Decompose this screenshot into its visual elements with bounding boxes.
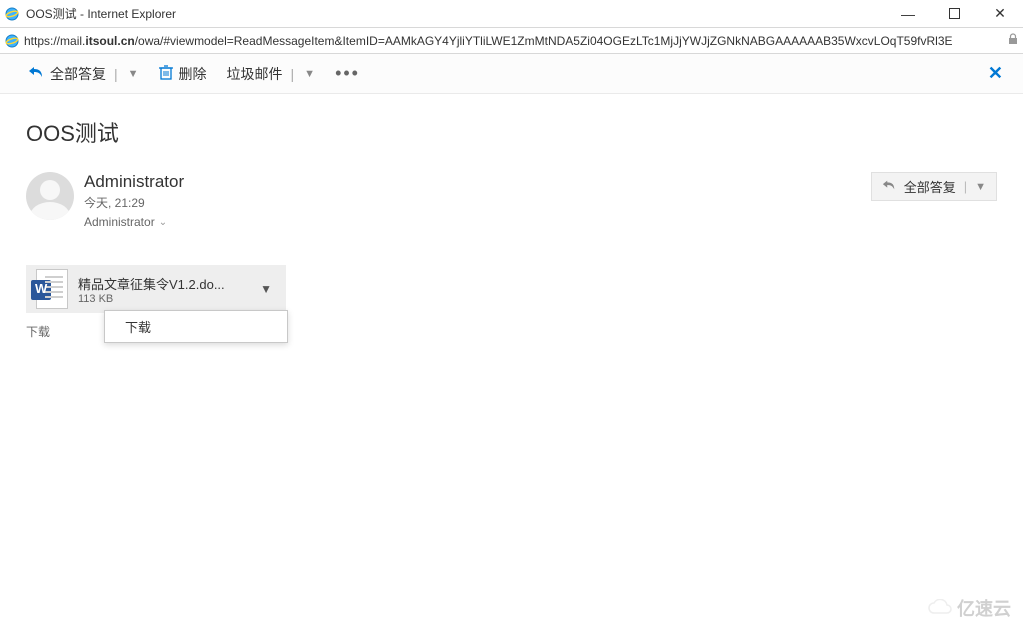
chevron-expand-icon: ⌄ — [159, 217, 167, 228]
url-text: https://mail.itsoul.cn/owa/#viewmodel=Re… — [24, 34, 1003, 48]
delete-label: 删除 — [179, 64, 207, 84]
window-controls: — ✕ — [885, 0, 1023, 28]
junk-label: 垃圾邮件 — [227, 64, 283, 84]
window-titlebar: OOS测试 - Internet Explorer — ✕ — [0, 0, 1023, 28]
chevron-down-icon[interactable]: ▼ — [256, 282, 276, 296]
chevron-down-icon[interactable]: ▼ — [128, 68, 139, 80]
trash-icon — [159, 64, 173, 83]
sender-info: Administrator 今天, 21:29 Administrator ⌄ — [84, 172, 184, 229]
message-header: Administrator 今天, 21:29 Administrator ⌄ … — [26, 172, 997, 229]
junk-button[interactable]: 垃圾邮件 | ▼ — [219, 60, 324, 88]
attachment-filename: 精品文章征集令V1.2.do... — [78, 274, 256, 293]
minimize-button[interactable]: — — [885, 0, 931, 28]
attachment-info: 精品文章征集令V1.2.do... 113 KB — [78, 274, 256, 305]
ie-icon — [4, 33, 20, 49]
reply-all-quick-button[interactable]: 全部答复 | ▼ — [871, 172, 997, 201]
window-title: OOS测试 - Internet Explorer — [26, 5, 176, 22]
watermark: 亿速云 — [927, 595, 1011, 621]
sender-name: Administrator — [84, 172, 184, 192]
message-toolbar: 全部答复 | ▼ 删除 垃圾邮件 | ▼ ••• ✕ — [0, 54, 1023, 94]
more-button[interactable]: ••• — [327, 63, 368, 84]
watermark-text: 亿速云 — [957, 595, 1011, 621]
close-button[interactable]: ✕ — [977, 0, 1023, 28]
chevron-down-icon[interactable]: ▼ — [975, 181, 986, 193]
ie-icon — [4, 6, 20, 22]
message-subject: OOS测试 — [26, 116, 997, 148]
word-doc-icon — [36, 269, 68, 309]
reply-all-icon — [28, 64, 44, 83]
reply-all-quick-label: 全部答复 — [904, 177, 956, 196]
attachment-filesize: 113 KB — [78, 293, 256, 305]
address-bar[interactable]: https://mail.itsoul.cn/owa/#viewmodel=Re… — [0, 28, 1023, 54]
recipient-name: Administrator — [84, 215, 155, 229]
recipient-line[interactable]: Administrator ⌄ — [84, 215, 184, 229]
avatar — [26, 172, 74, 220]
attachment-dropdown: 下载 — [104, 310, 288, 343]
attachment-card[interactable]: 精品文章征集令V1.2.do... 113 KB ▼ — [26, 265, 286, 313]
close-message-button[interactable]: ✕ — [988, 63, 1003, 84]
reply-all-icon — [882, 178, 896, 195]
lock-icon — [1007, 32, 1019, 50]
delete-button[interactable]: 删除 — [151, 60, 215, 88]
dropdown-download[interactable]: 下载 — [105, 311, 287, 342]
message-date: 今天, 21:29 — [84, 194, 184, 211]
reply-all-button[interactable]: 全部答复 | ▼ — [20, 60, 147, 88]
reply-all-label: 全部答复 — [50, 64, 106, 84]
chevron-down-icon[interactable]: ▼ — [304, 68, 315, 80]
maximize-button[interactable] — [931, 0, 977, 28]
